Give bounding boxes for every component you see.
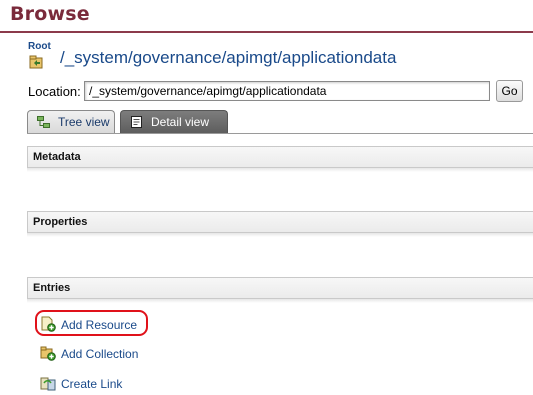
title-divider [0, 31, 533, 33]
metadata-section-header[interactable]: Metadata [27, 146, 533, 168]
metadata-section-body [27, 168, 533, 172]
properties-section-body [27, 233, 533, 237]
root-folder-icon[interactable] [28, 54, 44, 70]
entries-section-body [27, 299, 533, 303]
go-button[interactable]: Go [496, 80, 523, 102]
add-resource-label: Add Resource [61, 318, 138, 332]
location-input[interactable] [84, 81, 490, 101]
tab-strip-divider [27, 133, 533, 134]
create-link-icon [40, 377, 56, 391]
tab-detail-view[interactable]: Detail view [120, 110, 228, 134]
tab-detail-view-label: Detail view [151, 115, 210, 129]
page-title: Browse [10, 3, 90, 25]
root-link[interactable]: Root [28, 41, 51, 52]
add-resource-icon [41, 316, 56, 332]
tab-tree-view[interactable]: Tree view [27, 110, 115, 134]
tree-icon [37, 116, 50, 128]
current-path: /_system/governance/apimgt/applicationda… [60, 48, 397, 67]
document-icon [131, 116, 142, 128]
tab-tree-view-label: Tree view [58, 115, 110, 129]
create-link-label: Create Link [61, 377, 123, 391]
properties-section-header[interactable]: Properties [27, 211, 533, 233]
entries-section-header[interactable]: Entries [27, 277, 533, 299]
location-label: Location: [28, 84, 81, 99]
add-collection-icon [40, 346, 56, 361]
add-collection-label: Add Collection [61, 347, 139, 361]
